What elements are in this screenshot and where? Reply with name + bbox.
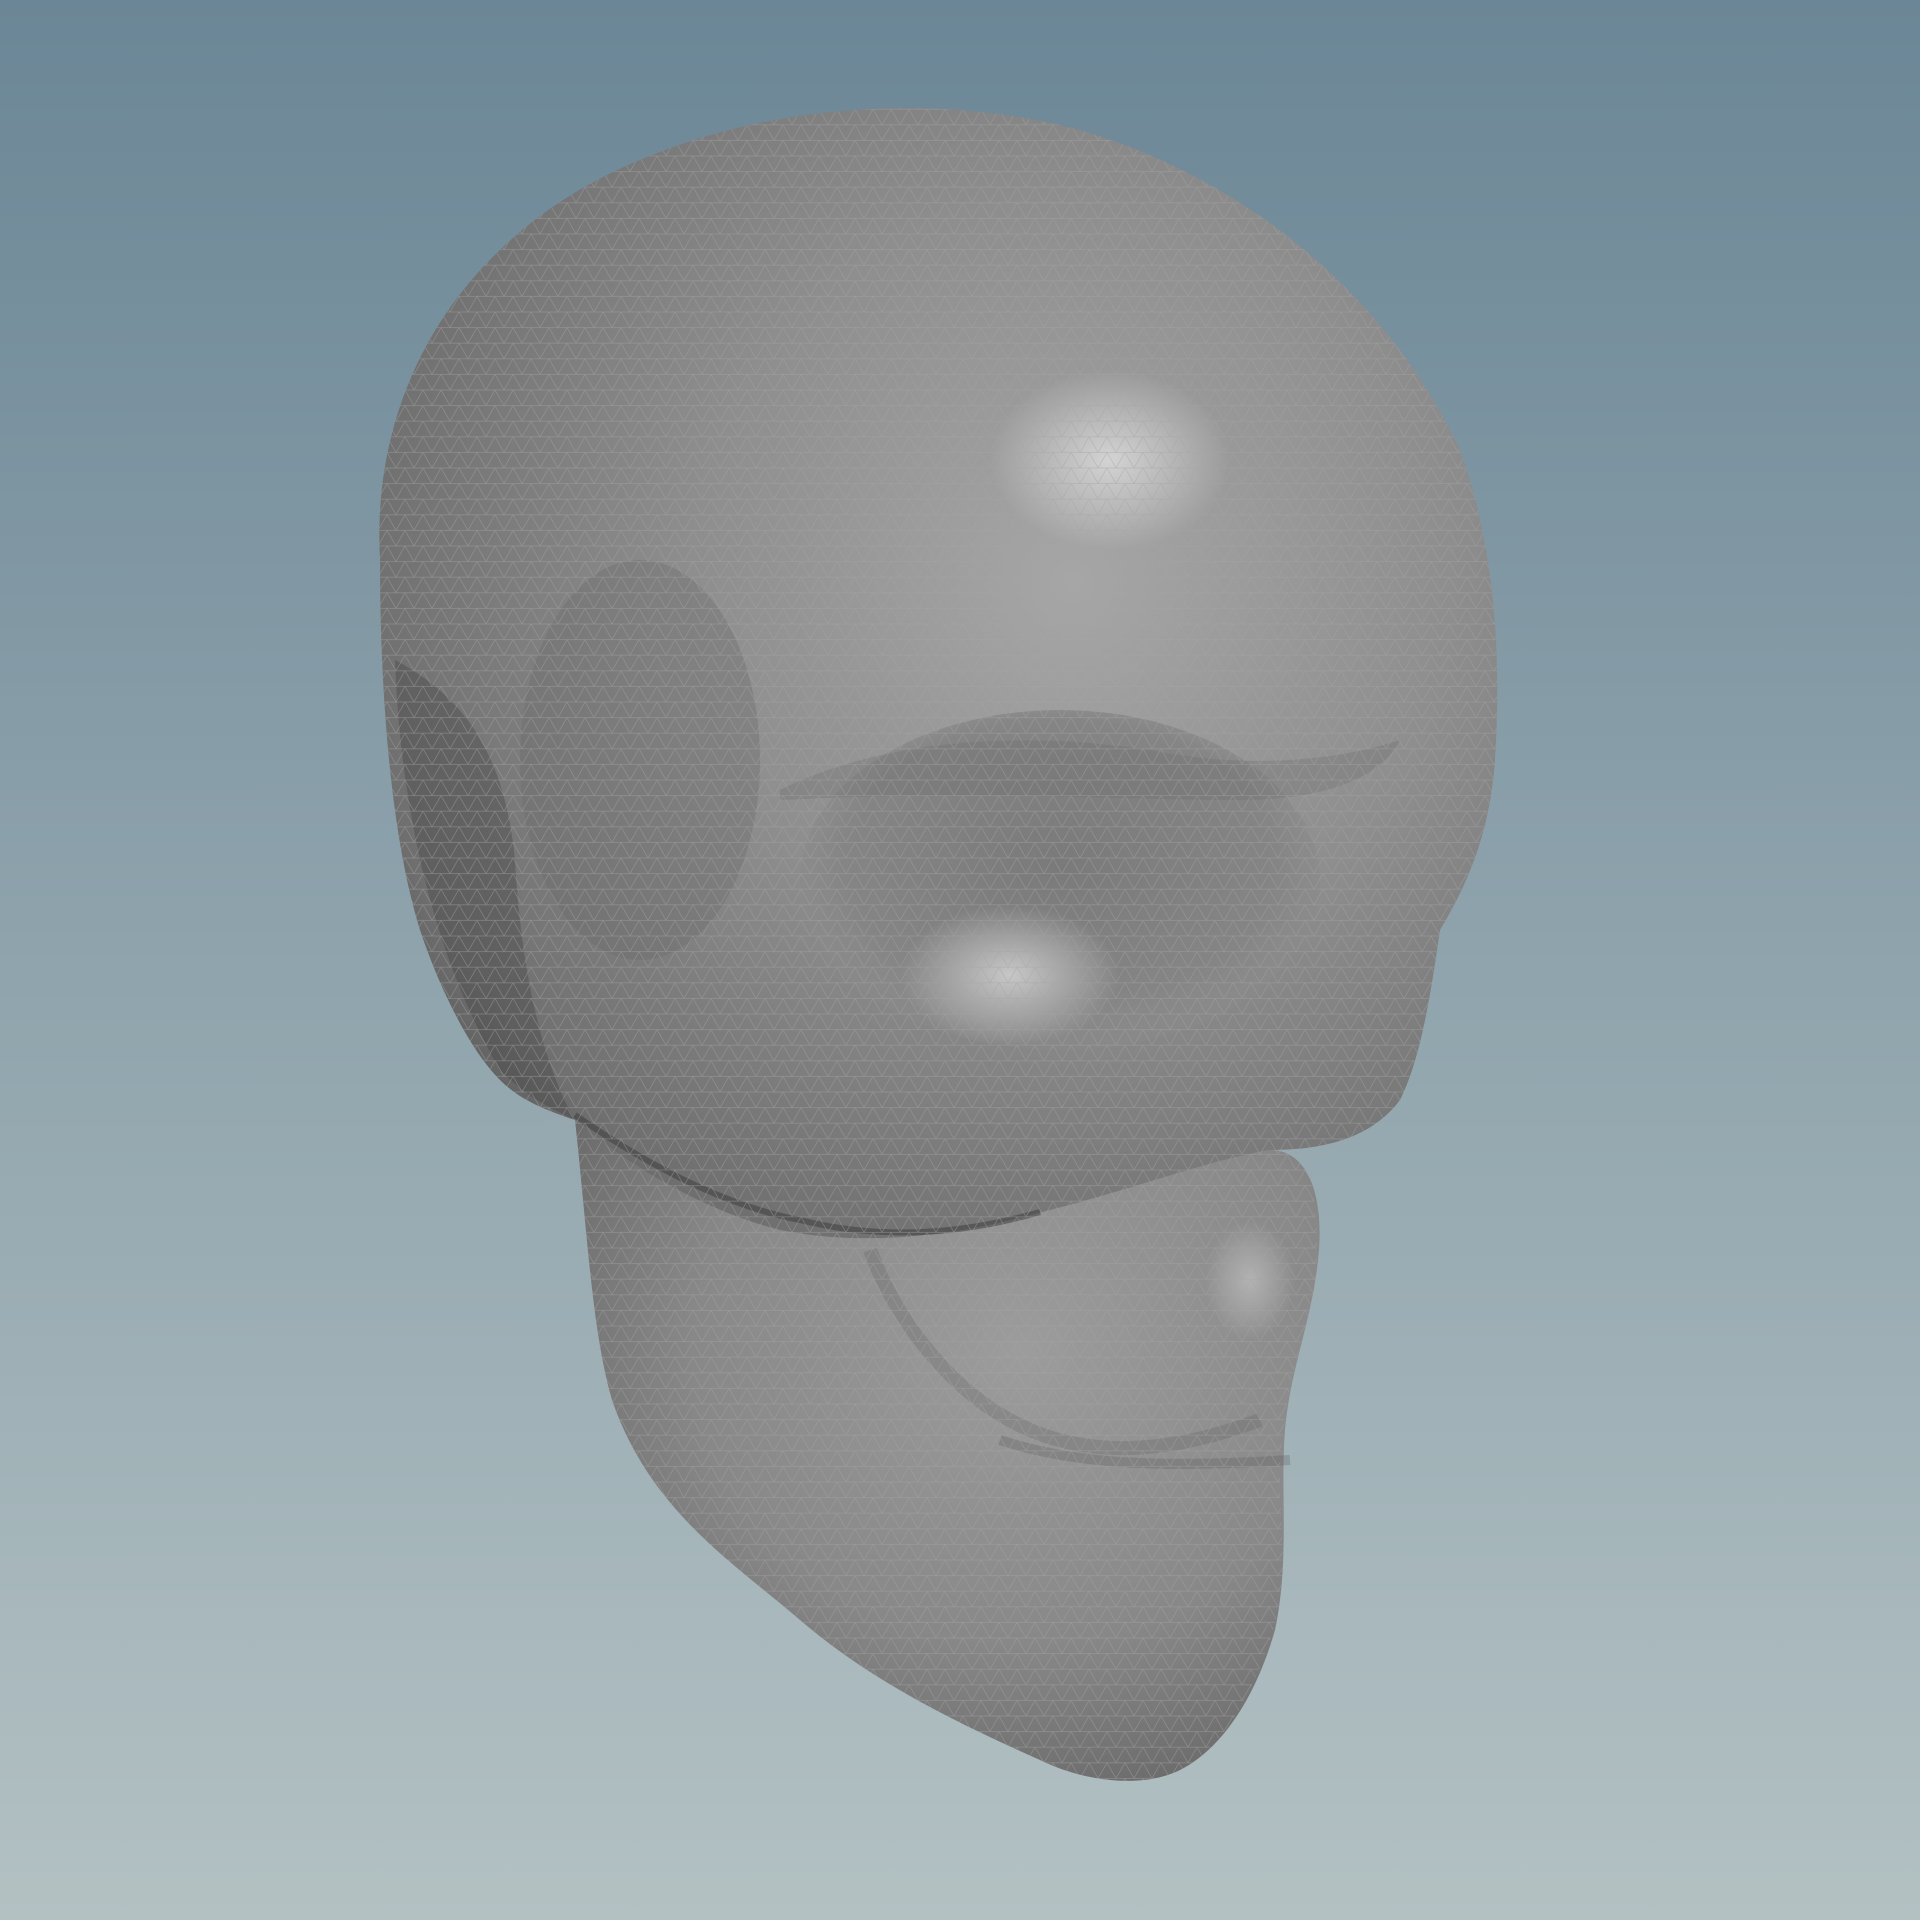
viewport-canvas[interactable] (0, 0, 1920, 1920)
3d-viewport[interactable] (0, 0, 1920, 1920)
